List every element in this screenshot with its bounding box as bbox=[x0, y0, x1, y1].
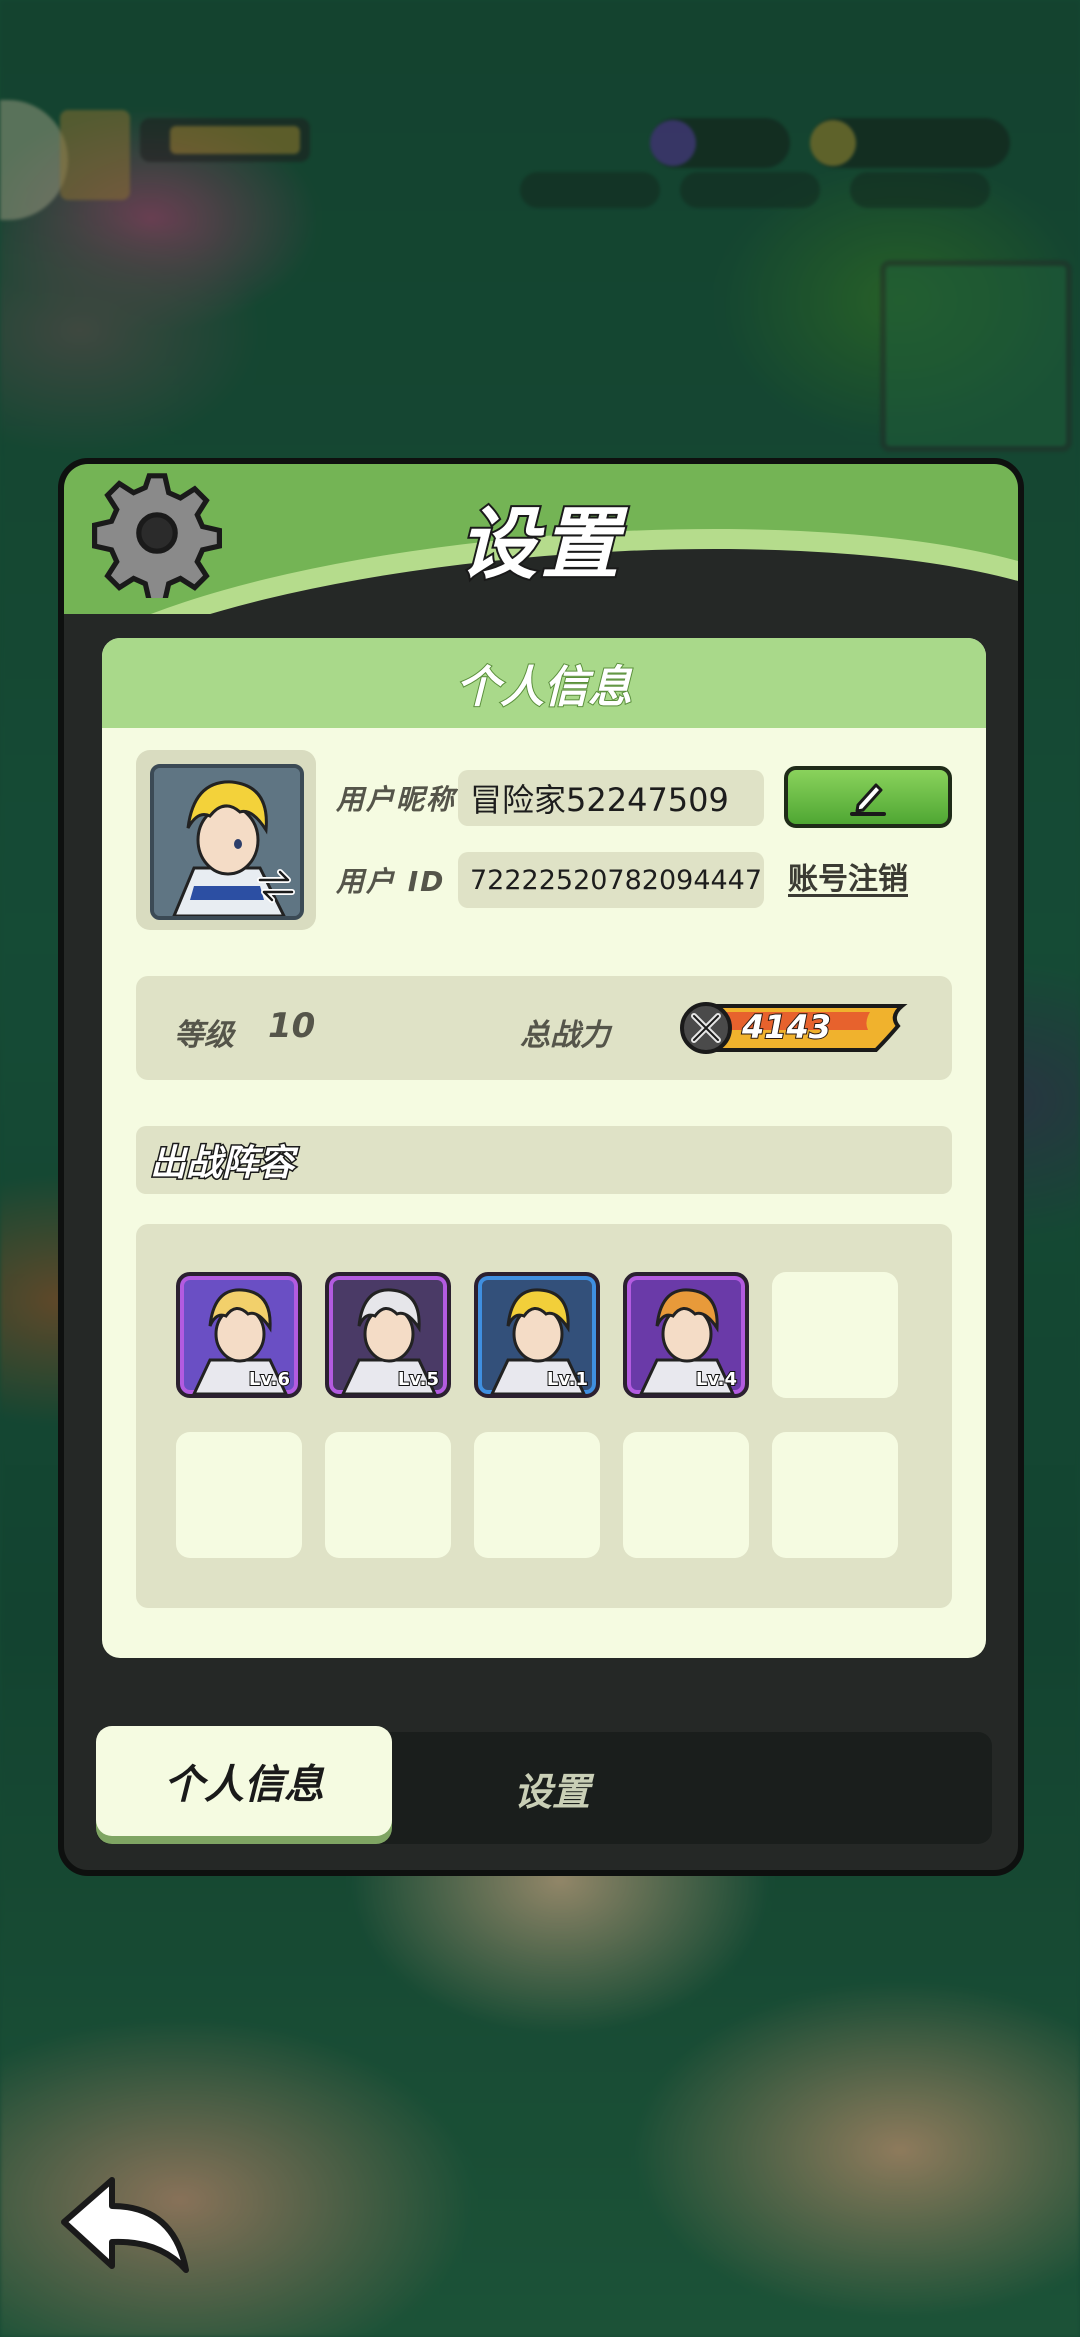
tab-profile-info[interactable]: 个人信息 bbox=[96, 1726, 392, 1836]
lineup-empty-slot[interactable] bbox=[474, 1432, 600, 1558]
lineup-hero-slot[interactable]: Lv.1 bbox=[474, 1272, 600, 1398]
lineup-title: 出战阵容 bbox=[148, 1142, 295, 1186]
power-label: 总战力 bbox=[520, 1018, 610, 1053]
profile-card-header: 个人信息 bbox=[102, 638, 986, 728]
back-arrow-icon[interactable] bbox=[56, 2170, 196, 2282]
tab-settings[interactable]: 设置 bbox=[392, 1732, 712, 1844]
edit-nickname-button[interactable] bbox=[784, 766, 952, 828]
settings-panel: 设置 个人信息 用户昵称 冒险家52247509 用户 ID 722225207… bbox=[58, 458, 1024, 1876]
lineup-empty-slot[interactable] bbox=[176, 1432, 302, 1558]
lineup-hero-slot[interactable]: Lv.4 bbox=[623, 1272, 749, 1398]
user-id-field: 72222520782094447 bbox=[458, 852, 764, 908]
power-badge: 4143 bbox=[680, 1000, 912, 1056]
profile-section-title: 个人信息 bbox=[455, 661, 633, 714]
level-label: 等级 bbox=[174, 1018, 234, 1053]
lineup-empty-slot[interactable] bbox=[325, 1432, 451, 1558]
swap-avatar-icon[interactable] bbox=[254, 866, 298, 906]
lineup-empty-slot[interactable] bbox=[623, 1432, 749, 1558]
hero-level-label: Lv.1 bbox=[546, 1368, 589, 1391]
panel-title: 设置 bbox=[457, 498, 623, 592]
lineup-header: 出战阵容 bbox=[136, 1126, 952, 1194]
user-id-label: 用户 ID bbox=[336, 865, 446, 898]
lineup-empty-slot[interactable] bbox=[772, 1432, 898, 1558]
lineup-hero-slot[interactable]: Lv.5 bbox=[325, 1272, 451, 1398]
lineup-hero-slot[interactable]: Lv.6 bbox=[176, 1272, 302, 1398]
lineup-grid: Lv.6 Lv.5 Lv.1 Lv.4 bbox=[136, 1224, 952, 1608]
pencil-icon bbox=[850, 783, 886, 816]
hero-level-label: Lv.6 bbox=[248, 1368, 291, 1391]
hero-level-label: Lv.4 bbox=[695, 1368, 738, 1391]
level-value: 10 bbox=[268, 1006, 316, 1046]
hero-level-label: Lv.5 bbox=[397, 1368, 440, 1391]
stats-bar: 等级 10 总战力 4143 bbox=[136, 976, 952, 1080]
panel-header: 设置 bbox=[64, 464, 1018, 614]
profile-card: 个人信息 用户昵称 冒险家52247509 用户 ID 722225207820… bbox=[102, 638, 986, 1658]
lineup-empty-slot[interactable] bbox=[772, 1272, 898, 1398]
tab-bar: 个人信息 设置 bbox=[96, 1726, 992, 1844]
power-value: 4143 bbox=[741, 1007, 832, 1047]
nickname-label: 用户昵称 bbox=[336, 783, 457, 816]
nickname-field: 冒险家52247509 bbox=[458, 770, 764, 826]
avatar[interactable] bbox=[136, 750, 316, 930]
cancel-account-link[interactable]: 账号注销 bbox=[788, 854, 908, 898]
